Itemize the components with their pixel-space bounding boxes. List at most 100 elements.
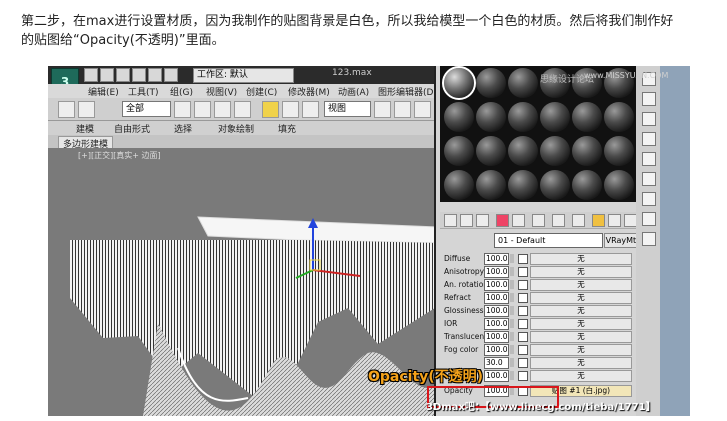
material-slot[interactable] bbox=[476, 136, 506, 166]
param-amount[interactable]: 100.0 bbox=[484, 279, 509, 291]
param-map-button[interactable]: 无 bbox=[530, 266, 632, 278]
param-checkbox[interactable] bbox=[518, 267, 528, 277]
material-slot[interactable] bbox=[508, 68, 538, 98]
param-amount[interactable]: 100.0 bbox=[484, 344, 509, 356]
ribbon-tab-freeform[interactable]: 自由形式 bbox=[114, 122, 150, 135]
make-unique-icon[interactable] bbox=[512, 214, 525, 227]
param-map-button[interactable]: 无 bbox=[530, 253, 632, 265]
material-slot[interactable] bbox=[540, 102, 570, 132]
param-checkbox[interactable] bbox=[518, 345, 528, 355]
rect-region-icon[interactable] bbox=[214, 101, 231, 118]
reference-coord-select[interactable]: 视图 bbox=[324, 101, 371, 117]
material-slot[interactable] bbox=[508, 136, 538, 166]
param-map-button[interactable]: 无 bbox=[530, 305, 632, 317]
param-spinner[interactable] bbox=[510, 280, 514, 289]
param-checkbox[interactable] bbox=[518, 332, 528, 342]
menu-group[interactable]: 组(G) bbox=[170, 85, 193, 98]
param-spinner[interactable] bbox=[510, 293, 514, 302]
material-slot[interactable] bbox=[540, 136, 570, 166]
material-slot[interactable] bbox=[604, 170, 634, 200]
material-slot[interactable] bbox=[572, 136, 602, 166]
material-slot[interactable] bbox=[604, 102, 634, 132]
material-id-icon[interactable] bbox=[552, 214, 565, 227]
pivot-icon[interactable] bbox=[374, 101, 391, 118]
param-checkbox[interactable] bbox=[518, 358, 528, 368]
param-map-button[interactable]: 无 bbox=[530, 344, 632, 356]
param-spinner[interactable] bbox=[510, 254, 514, 263]
viewport-label[interactable]: [+][正交][真实+ 边面] bbox=[78, 150, 161, 161]
put-to-scene-icon[interactable] bbox=[460, 214, 473, 227]
param-spinner[interactable] bbox=[510, 319, 514, 328]
select-by-material-icon[interactable] bbox=[642, 212, 656, 226]
ribbon-tab-selection[interactable]: 选择 bbox=[174, 122, 192, 135]
unlink-icon[interactable] bbox=[78, 101, 95, 118]
param-map-button[interactable]: 无 bbox=[530, 292, 632, 304]
menu-modifiers[interactable]: 修改器(M) bbox=[288, 85, 330, 98]
param-amount[interactable]: 100.0 bbox=[484, 292, 509, 304]
param-map-button[interactable]: 无 bbox=[530, 357, 632, 369]
move-icon[interactable] bbox=[262, 101, 279, 118]
redo-icon[interactable] bbox=[148, 68, 162, 82]
param-spinner[interactable] bbox=[510, 358, 514, 367]
param-amount[interactable]: 100.0 bbox=[484, 305, 509, 317]
material-slot[interactable] bbox=[476, 102, 506, 132]
link-icon[interactable] bbox=[58, 101, 75, 118]
snap-icon[interactable] bbox=[414, 101, 431, 118]
param-map-button[interactable]: 无 bbox=[530, 370, 632, 382]
param-amount[interactable]: 100.0 bbox=[484, 266, 509, 278]
reset-map-icon[interactable] bbox=[496, 214, 509, 227]
material-slot[interactable] bbox=[444, 102, 474, 132]
save-file-icon[interactable] bbox=[116, 68, 130, 82]
param-spinner[interactable] bbox=[510, 345, 514, 354]
material-slot[interactable] bbox=[442, 66, 476, 100]
background-icon[interactable] bbox=[642, 112, 656, 126]
rotate-icon[interactable] bbox=[282, 101, 299, 118]
uv-tiling-icon[interactable] bbox=[642, 132, 656, 146]
material-slot[interactable] bbox=[604, 136, 634, 166]
material-slot[interactable] bbox=[444, 170, 474, 200]
param-checkbox[interactable] bbox=[518, 371, 528, 381]
material-slot[interactable] bbox=[540, 170, 570, 200]
material-slot[interactable] bbox=[476, 170, 506, 200]
show-end-result-icon[interactable] bbox=[592, 214, 605, 227]
param-spinner[interactable] bbox=[510, 267, 514, 276]
project-folder-icon[interactable] bbox=[164, 68, 178, 82]
material-slot[interactable] bbox=[444, 136, 474, 166]
menu-graph-editors[interactable]: 图形编辑器(D) bbox=[378, 85, 437, 98]
material-slot[interactable] bbox=[508, 102, 538, 132]
menu-tools[interactable]: 工具(T) bbox=[128, 85, 159, 98]
video-color-check-icon[interactable] bbox=[642, 152, 656, 166]
menu-views[interactable]: 视图(V) bbox=[206, 85, 237, 98]
menu-edit[interactable]: 编辑(E) bbox=[88, 85, 119, 98]
new-file-icon[interactable] bbox=[84, 68, 98, 82]
open-file-icon[interactable] bbox=[100, 68, 114, 82]
param-spinner[interactable] bbox=[510, 306, 514, 315]
param-amount[interactable]: 100.0 bbox=[484, 253, 509, 265]
backlight-icon[interactable] bbox=[642, 92, 656, 106]
show-map-icon[interactable] bbox=[572, 214, 585, 227]
make-preview-icon[interactable] bbox=[642, 172, 656, 186]
selection-filter[interactable]: 全部 bbox=[122, 101, 171, 117]
assign-material-icon[interactable] bbox=[476, 214, 489, 227]
options-icon[interactable] bbox=[642, 192, 656, 206]
select-manipulate-icon[interactable] bbox=[394, 101, 411, 118]
material-slot[interactable] bbox=[572, 170, 602, 200]
menu-animation[interactable]: 动画(A) bbox=[338, 85, 369, 98]
param-amount[interactable]: 100.0 bbox=[484, 318, 509, 330]
material-slot[interactable] bbox=[572, 102, 602, 132]
menu-create[interactable]: 创建(C) bbox=[246, 85, 277, 98]
window-crossing-icon[interactable] bbox=[234, 101, 251, 118]
material-navigator-icon[interactable] bbox=[642, 232, 656, 246]
param-amount[interactable]: 100.0 bbox=[484, 370, 509, 382]
param-map-button[interactable]: 无 bbox=[530, 279, 632, 291]
param-map-button[interactable]: 无 bbox=[530, 318, 632, 330]
select-object-icon[interactable] bbox=[174, 101, 191, 118]
ribbon-tab-modeling[interactable]: 建模 bbox=[76, 122, 94, 135]
param-checkbox[interactable] bbox=[518, 293, 528, 303]
material-slot[interactable] bbox=[508, 170, 538, 200]
material-name-field[interactable]: 01 - Default bbox=[494, 233, 603, 248]
go-to-parent-icon[interactable] bbox=[608, 214, 621, 227]
param-checkbox[interactable] bbox=[518, 254, 528, 264]
param-checkbox[interactable] bbox=[518, 280, 528, 290]
workspace-select[interactable]: 工作区: 默认 bbox=[193, 68, 294, 83]
